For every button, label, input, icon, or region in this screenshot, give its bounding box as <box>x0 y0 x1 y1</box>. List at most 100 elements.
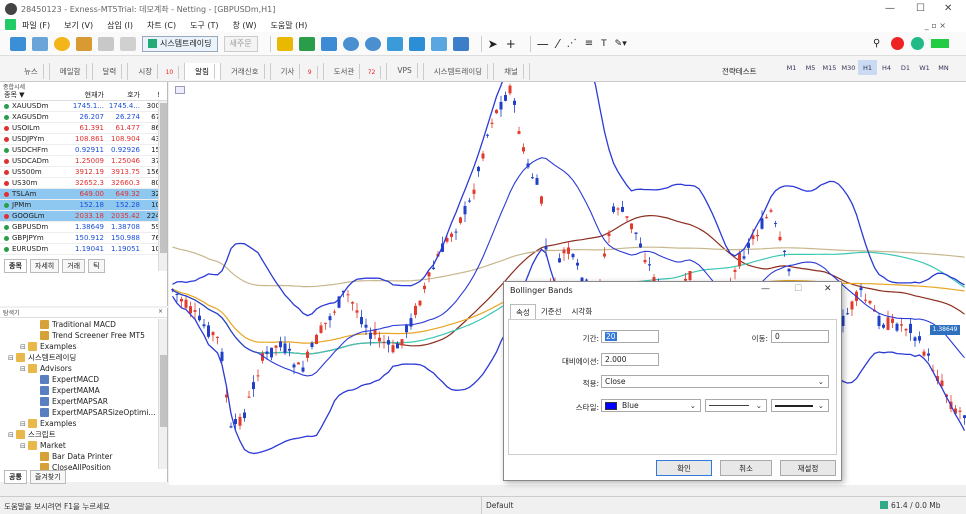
tab-market[interactable]: 시장 10 <box>128 63 186 80</box>
tab-properties[interactable]: 속성 <box>510 304 536 320</box>
expand-icon[interactable]: ⊟ <box>20 343 28 351</box>
new-order-button[interactable]: 새주문 <box>223 35 258 52</box>
tab-details[interactable]: 자세히 <box>29 259 60 273</box>
market-watch-row[interactable]: TSLAm 649.00 649.32 32 <box>0 189 167 200</box>
tab-common[interactable]: 공통 <box>4 470 27 484</box>
tab-symbols[interactable]: 종목 <box>4 259 27 273</box>
text-tool-icon[interactable]: T <box>601 39 607 49</box>
market-watch-row[interactable]: GOOGLm 2033.18 2035.42 224 <box>0 211 167 222</box>
menu-tools[interactable]: 도구 (T) <box>190 20 218 31</box>
navigator-item[interactable]: Bar Data Printer <box>0 451 167 462</box>
navigator-icon[interactable] <box>76 36 92 51</box>
market-watch-row[interactable]: JPMm 152.18 152.28 10 <box>0 200 167 211</box>
column-bid[interactable]: 현재가 <box>72 90 106 100</box>
market-watch-row[interactable]: XAGUSDm 26.207 26.274 67 <box>0 112 167 123</box>
tab-channels[interactable]: 채널 <box>494 63 530 80</box>
timeframe-m15[interactable]: M15 <box>820 60 839 75</box>
market-watch-row[interactable]: USDJPYm 108.861 108.904 43 <box>0 134 167 145</box>
market-watch-row[interactable]: USDCHFm 0.92911 0.92926 15 <box>0 145 167 156</box>
menu-file[interactable]: 파일 (F) <box>22 20 50 31</box>
expand-icon[interactable]: ⊟ <box>8 354 16 362</box>
timeframe-m1[interactable]: M1 <box>782 60 801 75</box>
menu-help[interactable]: 도움말 (H) <box>271 20 308 31</box>
expand-icon[interactable]: ⊟ <box>8 431 16 439</box>
timeframe-m5[interactable]: M5 <box>801 60 820 75</box>
crosshair-icon[interactable]: + <box>506 37 516 51</box>
ok-button[interactable]: 확인 <box>656 460 712 476</box>
horizontal-line-icon[interactable]: — <box>537 37 549 51</box>
tab-ticks[interactable]: 틱 <box>88 259 105 273</box>
mdi-controls-icon[interactable]: _ ▫ × <box>925 21 946 30</box>
tab-alerts[interactable]: 알림 <box>185 63 221 80</box>
menu-chart[interactable]: 차트 (C) <box>147 20 176 31</box>
market-watch-row[interactable]: XAUUSDm 1745.1... 1745.4... 300 <box>0 101 167 112</box>
market-watch-row[interactable]: US500m 3912.19 3913.75 156 <box>0 167 167 178</box>
trendline-icon[interactable]: ⁄ <box>557 37 559 51</box>
timeframe-m30[interactable]: M30 <box>839 60 858 75</box>
apply-to-select[interactable]: Close ⌄ <box>601 375 829 388</box>
column-ask[interactable]: 호가 <box>106 90 142 100</box>
new-chart-icon[interactable] <box>10 36 26 51</box>
indicators-icon[interactable] <box>452 36 469 51</box>
navigator-item[interactable]: ⊟ 시스템트레이딩 <box>0 352 167 363</box>
navigator-item[interactable]: Trend Screener Free MT5 <box>0 330 167 341</box>
market-watch-row[interactable]: USOILm 61.391 61.477 86 <box>0 123 167 134</box>
market-watch-row[interactable]: GBPUSDm 1.38649 1.38708 59 <box>0 222 167 233</box>
period-input[interactable]: 20 <box>601 330 659 343</box>
tab-mailbox[interactable]: 메일함 <box>50 63 93 80</box>
tab-algo[interactable]: 시스템트레이딩 <box>424 63 495 80</box>
reset-button[interactable]: 재설정 <box>780 460 836 476</box>
market-watch-scrollbar[interactable] <box>158 101 167 271</box>
navigator-item[interactable]: ⊟ Advisors <box>0 363 167 374</box>
strategy-tester-tab[interactable]: 전략테스트 <box>722 66 757 77</box>
deviation-input[interactable]: 2.000 <box>601 353 659 366</box>
tab-trading[interactable]: 거래 <box>62 259 86 273</box>
navigator-item[interactable]: ⊟ Market <box>0 440 167 451</box>
timeframe-d1[interactable]: D1 <box>896 60 915 75</box>
tab-visualization[interactable]: 시각화 <box>567 304 598 320</box>
navigator-item[interactable]: ⊟ Examples <box>0 418 167 429</box>
tab-articles[interactable]: 기사 9 <box>271 63 324 80</box>
navigator-item[interactable]: ExpertMAPSARSizeOptimi... <box>0 407 167 418</box>
menu-window[interactable]: 창 (W) <box>232 20 256 31</box>
expand-icon[interactable]: ⊟ <box>20 442 28 450</box>
market-watch-row[interactable]: USDCADm 1.25009 1.25046 37 <box>0 156 167 167</box>
tab-favorites[interactable]: 즐겨찾기 <box>29 470 66 484</box>
autoscroll-icon[interactable] <box>408 36 425 51</box>
close-icon[interactable]: ✕ <box>824 284 832 294</box>
line-style-select[interactable]: ⌄ <box>705 399 767 412</box>
timeframe-h1[interactable]: H1 <box>858 60 877 75</box>
expand-icon[interactable]: ⊟ <box>20 420 28 428</box>
line-chart-icon[interactable] <box>320 36 337 51</box>
timeframe-h4[interactable]: H4 <box>877 60 896 75</box>
close-icon[interactable]: ✕ <box>944 3 952 14</box>
channel-icon[interactable]: ⋰ <box>567 38 577 49</box>
candlestick-icon[interactable] <box>298 36 315 51</box>
menu-insert[interactable]: 삽입 (I) <box>107 20 133 31</box>
tester-icon[interactable] <box>120 36 136 51</box>
fibonacci-icon[interactable]: ≡ <box>585 38 593 49</box>
line-width-select[interactable]: ⌄ <box>771 399 829 412</box>
expand-icon[interactable]: ⊟ <box>20 365 28 373</box>
column-symbol[interactable]: 종목 ▼ <box>0 90 72 100</box>
timeframe-w1[interactable]: W1 <box>915 60 934 75</box>
close-icon[interactable]: × <box>158 308 163 317</box>
navigator-item[interactable]: ExpertMACD <box>0 374 167 385</box>
market-watch-icon[interactable] <box>54 36 70 51</box>
grid-icon[interactable] <box>386 36 403 51</box>
color-select[interactable]: Blue ⌄ <box>601 399 701 412</box>
timeframe-mn[interactable]: MN <box>934 60 953 75</box>
market-watch-row[interactable]: GBPJPYm 150.912 150.988 76 <box>0 233 167 244</box>
terminal-icon[interactable] <box>98 36 114 51</box>
navigator-scrollbar[interactable] <box>158 319 167 469</box>
zoom-in-icon[interactable] <box>342 36 359 51</box>
shift-input[interactable]: 0 <box>771 330 829 343</box>
tab-calendar[interactable]: 달력 <box>93 63 129 80</box>
navigator-item[interactable]: ExpertMAPSAR <box>0 396 167 407</box>
tab-news[interactable]: 뉴스 <box>14 63 50 80</box>
algo-trading-button[interactable]: 시스템트레이딩 <box>142 35 218 52</box>
cursor-icon[interactable]: ➤ <box>488 37 498 51</box>
scrollbar-thumb[interactable] <box>160 103 167 253</box>
chart-shift-icon[interactable] <box>430 36 447 51</box>
bar-chart-icon[interactable] <box>276 36 293 51</box>
